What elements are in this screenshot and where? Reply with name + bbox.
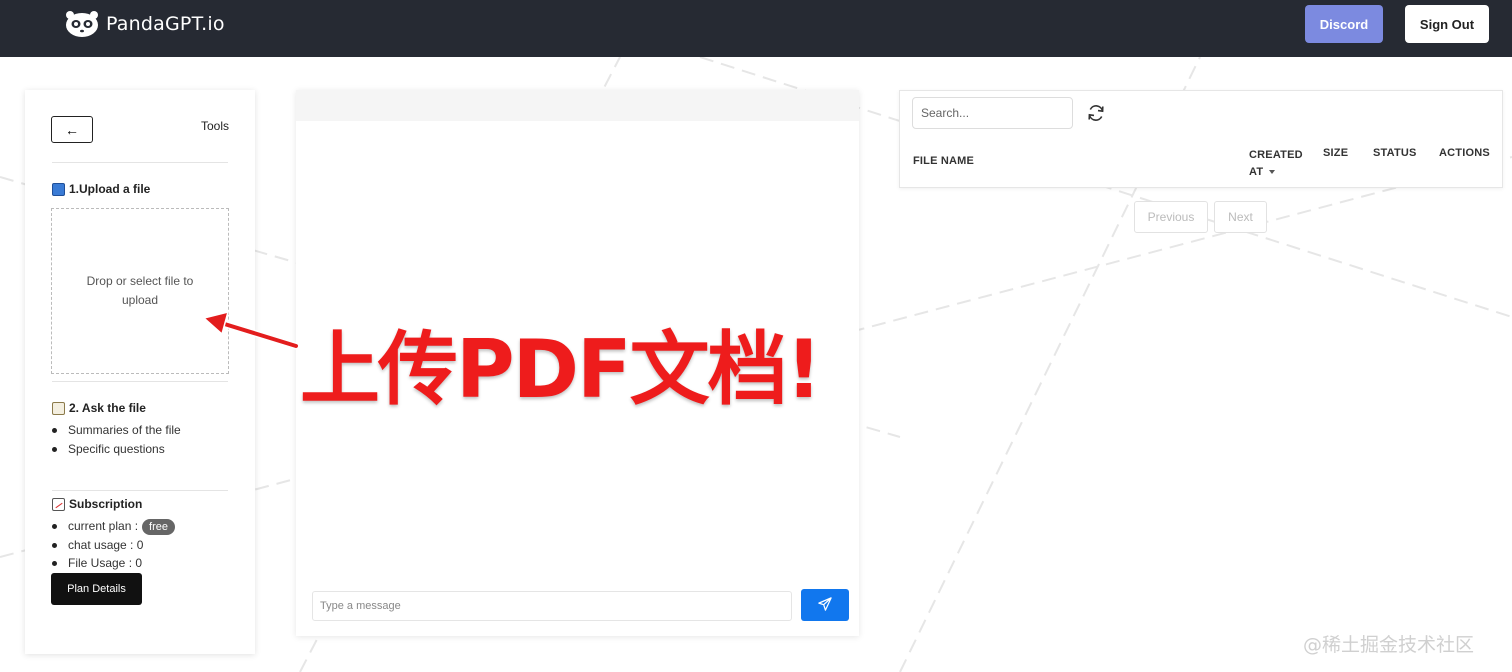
divider [52, 162, 228, 163]
subscription-heading: Subscription [52, 497, 142, 511]
chart-icon [52, 497, 65, 511]
brand-name: PandaGPT.io [106, 13, 225, 35]
divider [52, 490, 228, 491]
message-input[interactable] [312, 591, 792, 621]
column-header-actions[interactable]: ACTIONS [1439, 147, 1490, 159]
list-item: File Usage : 0 [52, 554, 175, 573]
upload-heading: 1.Upload a file [52, 182, 150, 196]
annotation-text: 上传PDF文档! [298, 322, 823, 418]
divider [52, 381, 228, 382]
ask-list: Summaries of the file Specific questions [52, 421, 181, 458]
book-icon [52, 182, 65, 196]
dropzone-text: Drop or select file to upload [86, 274, 194, 307]
search-input[interactable] [912, 97, 1073, 129]
panda-logo-icon [66, 11, 98, 37]
list-item: Specific questions [52, 440, 181, 459]
list-item: current plan : free [52, 517, 176, 536]
arrow-left-icon: ← [65, 121, 79, 138]
refresh-icon[interactable] [1086, 103, 1106, 123]
created-line1: CREATED [1249, 149, 1303, 161]
list-item: chat usage : 0 [52, 536, 175, 555]
red-arrow-icon [202, 310, 300, 350]
created-line2: AT [1249, 166, 1264, 178]
sign-out-button[interactable]: Sign Out [1405, 5, 1489, 43]
send-icon [818, 596, 832, 611]
previous-page-button[interactable]: Previous [1134, 201, 1208, 233]
ask-heading-text: 2. Ask the file [69, 401, 146, 415]
column-header-created-at[interactable]: CREATED AT [1249, 147, 1303, 181]
send-button[interactable] [801, 589, 849, 621]
subscription-list: current plan : free chat usage : 0 File U… [52, 517, 176, 573]
brand-logo[interactable]: PandaGPT.io [64, 10, 225, 38]
chat-header [296, 90, 859, 121]
ask-heading: 2. Ask the file [52, 401, 146, 415]
column-header-status[interactable]: STATUS [1373, 147, 1417, 159]
memo-icon [52, 401, 65, 415]
upload-heading-text: 1.Upload a file [69, 182, 151, 196]
tools-panel: ← Tools 1.Upload a file Drop or select f… [25, 90, 255, 654]
watermark-text: @稀土掘金技术社区 [1303, 634, 1475, 656]
discord-button[interactable]: Discord [1305, 5, 1383, 43]
top-navbar: PandaGPT.io Discord Sign Out [0, 0, 1512, 57]
sort-caret-icon [1269, 170, 1276, 175]
plan-badge: free [142, 519, 176, 535]
column-header-size[interactable]: SIZE [1323, 147, 1348, 159]
list-item: Summaries of the file [52, 421, 181, 440]
back-button[interactable]: ← [51, 116, 93, 143]
tools-title: Tools [201, 119, 230, 133]
files-panel: FILE NAME CREATED AT SIZE STATUS ACTIONS [899, 90, 1503, 188]
plan-details-button[interactable]: Plan Details [51, 573, 142, 605]
subscription-heading-text: Subscription [69, 497, 143, 511]
next-page-button[interactable]: Next [1214, 201, 1267, 233]
column-header-file-name[interactable]: FILE NAME [913, 155, 974, 167]
plan-label: current plan : [68, 519, 139, 533]
